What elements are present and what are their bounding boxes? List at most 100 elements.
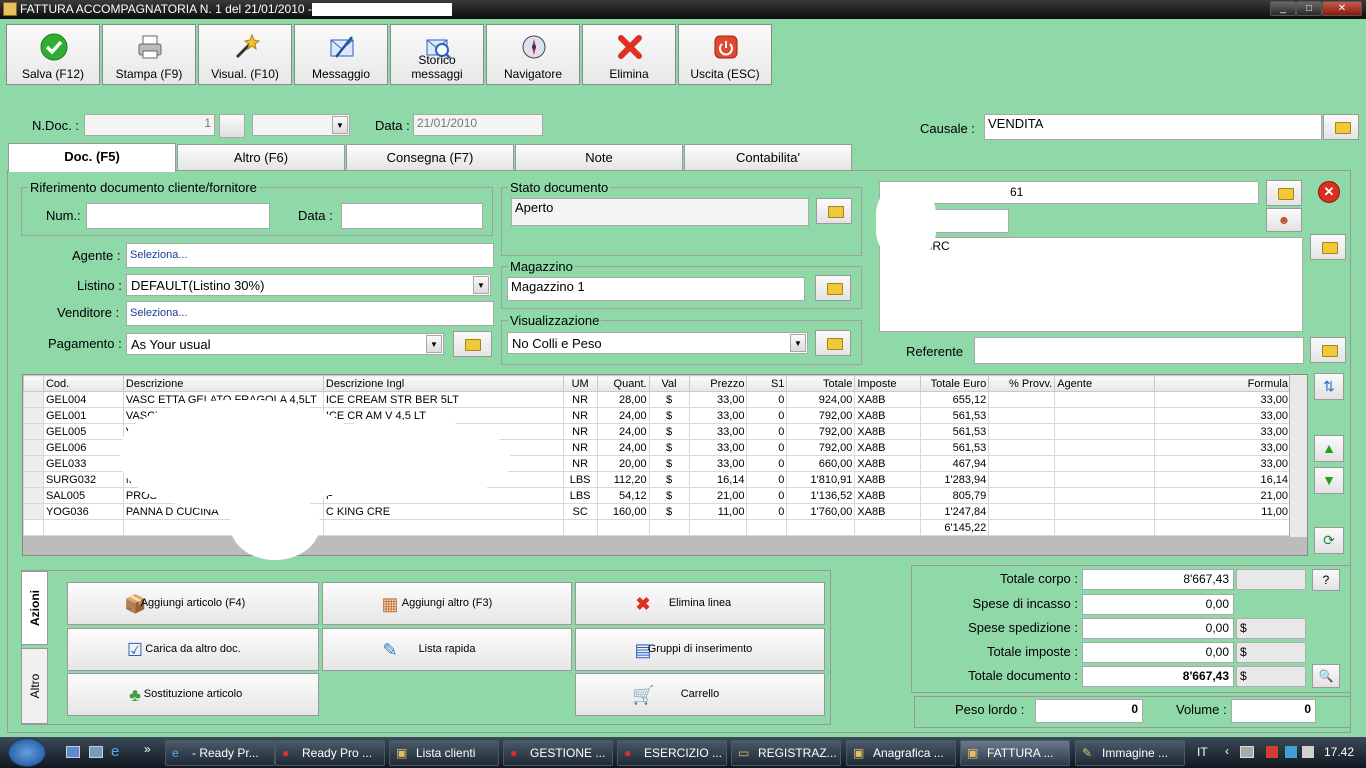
table-cell[interactable]: GEL006 (42, 439, 124, 456)
table-cell[interactable] (988, 439, 1056, 456)
magazzino-folder-button[interactable] (815, 275, 851, 301)
table-cell[interactable]: 1'760,00 (786, 503, 856, 520)
load-from-doc-button[interactable]: ☑ Carica da altro doc. (67, 628, 319, 671)
table-cell[interactable]: GEL004 (42, 391, 124, 408)
column-header[interactable]: Totale (786, 375, 856, 392)
arrows-updown-icon[interactable]: ⇅ (1314, 373, 1344, 400)
ndoc-field[interactable]: 1 (84, 114, 215, 136)
table-cell[interactable]: 467,94 (920, 455, 990, 472)
table-cell[interactable]: GEL033 (42, 455, 124, 472)
date-field[interactable]: 21/01/2010 (413, 114, 543, 136)
ie-quicklaunch-icon[interactable]: e (111, 743, 119, 760)
table-cell[interactable]: 1'247,84 (920, 503, 990, 520)
pagamento-select[interactable]: As Your usual ▼ (126, 333, 444, 355)
show-desktop-icon[interactable] (66, 746, 80, 758)
message-button[interactable]: Messaggio (294, 24, 388, 85)
refresh-icon[interactable]: ⟳ (1314, 527, 1344, 554)
language-indicator[interactable]: IT (1197, 745, 1208, 759)
table-cell[interactable]: 561,53 (920, 407, 990, 424)
preview-button[interactable]: Visual. (F10) (198, 24, 292, 85)
table-cell[interactable]: 0 (746, 503, 788, 520)
table-cell[interactable] (1054, 407, 1156, 424)
table-cell[interactable] (1054, 503, 1156, 520)
cart-button[interactable]: 🛒 Carrello (575, 673, 825, 716)
referente-folder-button[interactable] (1310, 337, 1346, 363)
table-cell[interactable]: $ (648, 471, 690, 488)
table-cell[interactable] (988, 407, 1056, 424)
row-selector[interactable] (23, 455, 44, 472)
row-selector[interactable] (23, 423, 44, 440)
tab-note[interactable]: Note (515, 144, 683, 171)
table-cell[interactable]: NR (562, 407, 598, 424)
table-cell[interactable] (1054, 423, 1156, 440)
table-cell[interactable]: 24,00 (596, 439, 650, 456)
column-header[interactable]: Quant. (596, 375, 650, 392)
table-cell[interactable]: 33,00 (688, 391, 748, 408)
table-cell[interactable]: XA8B (854, 423, 922, 440)
table-cell[interactable]: 11,00 (688, 503, 748, 520)
quick-list-button[interactable]: ✎ Lista rapida (322, 628, 572, 671)
table-cell[interactable]: 561,53 (920, 423, 990, 440)
delete-button[interactable]: Elimina (582, 24, 676, 85)
column-header[interactable]: Totale Euro (920, 375, 990, 392)
table-cell[interactable]: SURG032 (42, 471, 124, 488)
table-cell[interactable]: 28,00 (596, 391, 650, 408)
column-header[interactable]: Imposte (854, 375, 922, 392)
taskbar-item[interactable]: ▣ Lista clienti (389, 740, 499, 766)
cliente-folder-button[interactable] (1266, 180, 1302, 206)
table-cell[interactable]: 33,00 (1154, 455, 1291, 472)
tab-contabilita[interactable]: Contabilita' (684, 144, 852, 171)
table-cell[interactable]: 33,00 (1154, 391, 1291, 408)
table-cell[interactable] (988, 455, 1056, 472)
table-cell[interactable] (1054, 487, 1156, 504)
table-cell[interactable] (988, 391, 1056, 408)
volume-icon[interactable] (1302, 746, 1314, 758)
table-cell[interactable] (1054, 439, 1156, 456)
table-cell[interactable]: 112,20 (596, 471, 650, 488)
vtab-altro[interactable]: Altro (21, 648, 48, 724)
table-cell[interactable]: $ (648, 487, 690, 504)
table-cell[interactable]: C KING CRE (322, 503, 564, 520)
table-cell[interactable]: 11,00 (1154, 503, 1291, 520)
table-cell[interactable]: $ (648, 407, 690, 424)
taskbar-item[interactable]: ● ESERCIZIO ... (617, 740, 727, 766)
taskbar-item[interactable]: ● GESTIONE ... (503, 740, 613, 766)
save-button[interactable]: Salva (F12) (6, 24, 100, 85)
referente-field[interactable] (974, 337, 1304, 364)
address-folder-button[interactable] (1310, 234, 1346, 260)
venditore-field[interactable]: Seleziona... (126, 301, 494, 326)
table-cell[interactable]: 1'283,94 (920, 471, 990, 488)
visualizzazione-select[interactable]: No Colli e Peso ▼ (507, 332, 808, 354)
ref-num-field[interactable] (86, 203, 270, 229)
column-header[interactable]: Descrizione (122, 375, 324, 392)
network-icon[interactable] (1285, 746, 1297, 758)
add-article-button[interactable]: 📦 Aggiungi articolo (F4) (67, 582, 319, 625)
tab-consegna[interactable]: Consegna (F7) (346, 144, 514, 171)
table-cell[interactable]: 0 (746, 471, 788, 488)
table-cell[interactable]: 33,00 (688, 407, 748, 424)
table-cell[interactable] (988, 487, 1056, 504)
table-cell[interactable]: 0 (746, 487, 788, 504)
table-cell[interactable] (988, 503, 1056, 520)
table-cell[interactable]: 924,00 (786, 391, 856, 408)
table-cell[interactable]: XA8B (854, 487, 922, 504)
column-header[interactable]: % Provv. (988, 375, 1056, 392)
table-cell[interactable]: NR (562, 439, 598, 456)
table-cell[interactable]: LBS (562, 487, 598, 504)
delete-line-button[interactable]: ✖ Elimina linea (575, 582, 825, 625)
table-cell[interactable]: 792,00 (786, 423, 856, 440)
table-cell[interactable]: 0 (746, 391, 788, 408)
column-header[interactable]: Descrizione Ingl (322, 375, 564, 392)
tab-doc[interactable]: Doc. (F5) (8, 143, 176, 172)
ref-date-field[interactable] (341, 203, 483, 229)
causale-folder-button[interactable] (1323, 114, 1359, 140)
clear-cliente-icon[interactable]: ✕ (1318, 181, 1340, 203)
column-header[interactable]: Val (648, 375, 690, 392)
table-cell[interactable]: XA8B (854, 439, 922, 456)
vtab-azioni[interactable]: Azioni (21, 571, 48, 645)
row-selector[interactable] (23, 407, 44, 424)
row-selector[interactable] (23, 471, 44, 488)
row-selector[interactable] (23, 487, 44, 504)
causale-field[interactable]: VENDITA (984, 114, 1322, 140)
ndoc-suffix-button[interactable] (219, 114, 245, 138)
